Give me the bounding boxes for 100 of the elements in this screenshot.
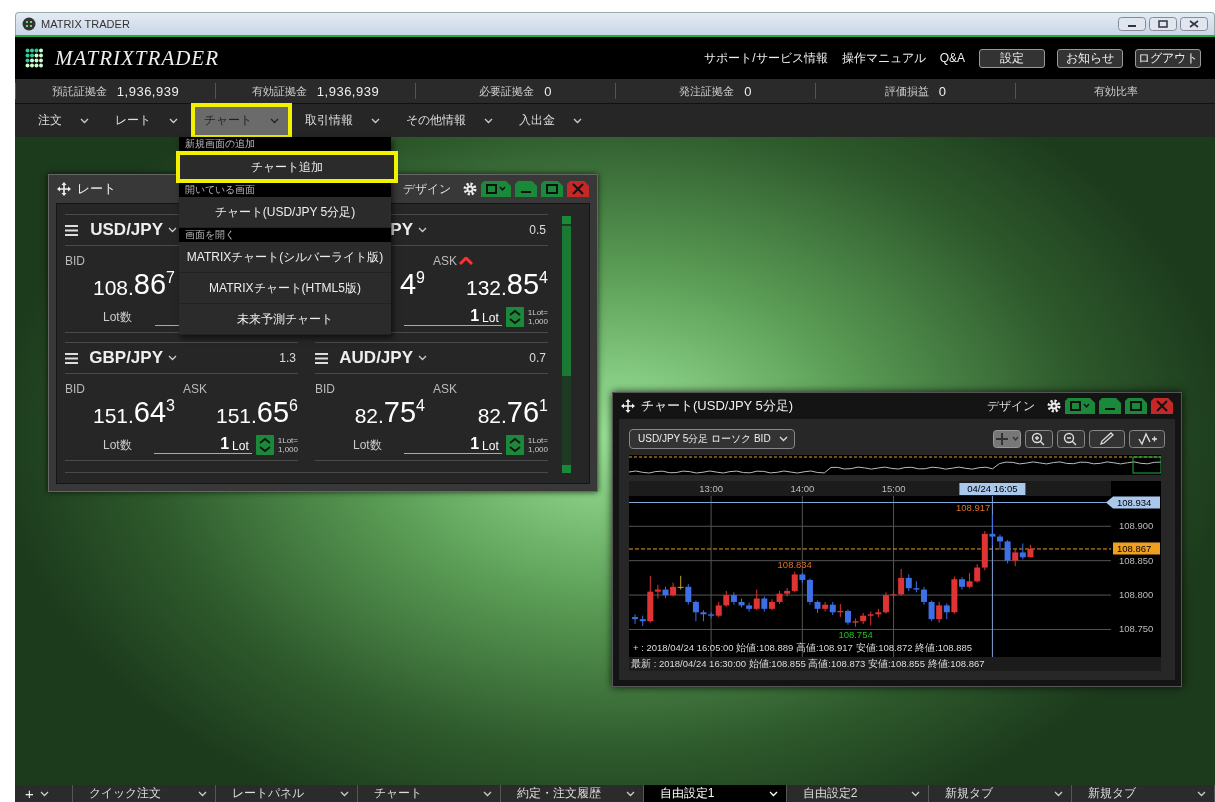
close-button[interactable] bbox=[1180, 17, 1208, 31]
bottom-tab[interactable]: 新規タブ bbox=[1072, 785, 1215, 802]
move-icon[interactable] bbox=[57, 182, 71, 196]
chevron-down-icon bbox=[911, 790, 921, 797]
chevron-down-icon[interactable] bbox=[168, 355, 177, 361]
chevron-down-icon bbox=[371, 117, 380, 124]
hamburger-icon[interactable] bbox=[65, 224, 78, 236]
lot-size-value: 1,000 bbox=[527, 317, 548, 326]
spinner-button[interactable] bbox=[255, 435, 274, 455]
time-axis-label: 14:00 bbox=[790, 483, 815, 494]
chevron-down-icon[interactable] bbox=[39, 790, 49, 797]
bottom-tab[interactable]: 約定・注文履歴 bbox=[501, 785, 644, 802]
price-annotation: 108.834 bbox=[777, 558, 812, 570]
bottom-tab[interactable]: 自由設定1 bbox=[643, 785, 787, 802]
spinner-button[interactable] bbox=[505, 307, 524, 327]
crosshair-time-tag: 04/24 16:05 bbox=[959, 483, 1026, 495]
maximize-button[interactable] bbox=[1149, 17, 1177, 31]
layout-button[interactable] bbox=[1065, 398, 1095, 414]
chevron-down-icon[interactable] bbox=[168, 227, 177, 233]
menu-item[interactable]: 注文 bbox=[25, 102, 102, 139]
price-integer: 108. bbox=[92, 276, 134, 300]
dropdown-item[interactable]: チャート追加 bbox=[176, 151, 398, 183]
chevron-down-icon[interactable] bbox=[418, 227, 427, 233]
bottom-tab[interactable]: チャート bbox=[358, 785, 502, 802]
gear-icon[interactable] bbox=[463, 182, 477, 196]
account-label: 有効比率 bbox=[1093, 83, 1138, 99]
chevron-down-icon bbox=[483, 790, 493, 797]
pencil-button[interactable] bbox=[1089, 430, 1125, 448]
menu-section-header: 画面を開く bbox=[179, 228, 391, 242]
menu-section-header: 新規画面の追加 bbox=[179, 137, 391, 151]
header-button[interactable]: ログアウト bbox=[1135, 48, 1201, 68]
spread-value: 1.3 bbox=[279, 351, 297, 365]
price-main: 76 bbox=[506, 396, 540, 429]
dropdown-item[interactable]: 未来予測チャート bbox=[179, 304, 391, 335]
menu-item[interactable]: その他情報 bbox=[393, 102, 506, 139]
indicator-button[interactable] bbox=[1129, 430, 1165, 448]
dropdown-item[interactable]: MATRIXチャート(HTML5版) bbox=[179, 273, 391, 304]
cursor-info-text: + : 2018/04/24 16:05:00 始値:108.889 高値:108.917 安値:108.872 終値:108.885 bbox=[633, 642, 973, 653]
account-value: 1,936,939 bbox=[116, 83, 180, 99]
crosshair-button[interactable] bbox=[993, 430, 1021, 448]
bottom-tab[interactable]: 自由設定2 bbox=[786, 785, 930, 802]
header-link[interactable]: サポート/サービス情報 bbox=[704, 49, 828, 67]
dropdown-item[interactable]: MATRIXチャート(シルバーライト版) bbox=[179, 242, 391, 273]
price-label: BID bbox=[315, 382, 335, 396]
chevron-down-icon bbox=[80, 117, 89, 124]
window-title: チャート(USD/JPY 5分足) bbox=[641, 397, 794, 415]
minimize-button[interactable] bbox=[515, 181, 537, 197]
minimize-button[interactable] bbox=[1099, 398, 1121, 414]
gear-icon[interactable] bbox=[1047, 399, 1061, 413]
add-tab-button[interactable]: + bbox=[25, 785, 34, 802]
chart-type-dropdown[interactable]: USD/JPY 5分足 ローソク BID bbox=[629, 429, 795, 449]
price-label: ASK bbox=[183, 382, 207, 396]
price-main: 65 bbox=[256, 396, 290, 429]
lot-size-note: 1Lot= bbox=[527, 436, 548, 445]
spinner-button[interactable] bbox=[505, 435, 524, 455]
header-link[interactable]: 操作マニュアル bbox=[841, 49, 926, 67]
currency-pair[interactable]: USD/JPY bbox=[83, 220, 163, 240]
chevron-down-icon bbox=[625, 790, 635, 797]
menu-item[interactable]: レート bbox=[102, 102, 191, 139]
price-axis-label: 108.750 bbox=[1119, 623, 1154, 635]
app-logo: MATRIXTRADER bbox=[55, 45, 221, 71]
window-title: レート bbox=[77, 180, 116, 198]
price-annotation: 108.754 bbox=[838, 628, 873, 640]
price-label: BID bbox=[65, 254, 85, 268]
price-label: BID bbox=[65, 382, 85, 396]
zoom-out-button[interactable] bbox=[1057, 430, 1085, 448]
chevron-down-icon bbox=[1197, 790, 1206, 797]
account-label: 発注証拠金 bbox=[679, 83, 735, 99]
price-pip: 4 bbox=[539, 269, 548, 286]
header-link[interactable]: Q&A bbox=[939, 51, 965, 65]
move-icon[interactable] bbox=[621, 399, 635, 413]
hamburger-icon[interactable] bbox=[65, 352, 78, 364]
header-button[interactable]: 設定 bbox=[979, 48, 1045, 68]
menu-item[interactable]: 取引情報 bbox=[292, 102, 393, 139]
layout-button[interactable] bbox=[481, 181, 511, 197]
price-integer: 82. bbox=[354, 404, 384, 428]
minimize-button[interactable] bbox=[1118, 17, 1146, 31]
scrollbar[interactable] bbox=[562, 216, 571, 473]
price-label: ASK bbox=[433, 254, 457, 268]
currency-pair[interactable]: AUD/JPY bbox=[333, 348, 413, 368]
currency-pair[interactable]: GBP/JPY bbox=[83, 348, 163, 368]
header-button[interactable]: お知らせ bbox=[1057, 48, 1123, 68]
account-label: 必要証拠金 bbox=[479, 83, 535, 99]
lot-label: Lot数 bbox=[103, 308, 133, 326]
bottom-tab[interactable]: 新規タブ bbox=[929, 785, 1073, 802]
account-label: 評価損益 bbox=[884, 83, 929, 99]
bottom-tab[interactable]: クイック注文 bbox=[72, 785, 216, 802]
maximize-button[interactable] bbox=[1125, 398, 1147, 414]
chevron-down-icon[interactable] bbox=[418, 355, 427, 361]
zoom-in-button[interactable] bbox=[1025, 430, 1053, 448]
hamburger-icon[interactable] bbox=[315, 352, 328, 364]
bottom-tab[interactable]: レートパネル bbox=[215, 785, 359, 802]
price-main: 86 bbox=[133, 268, 167, 301]
maximize-button[interactable] bbox=[541, 181, 563, 197]
price-integer: 132. bbox=[465, 276, 507, 300]
price-axis-label: 108.850 bbox=[1119, 554, 1154, 566]
navigator-chart[interactable] bbox=[629, 455, 1161, 475]
latest-info-text: 最新 : 2018/04/24 16:30:00 始値:108.855 高値:108.873 安値:108.855 終値:108.867 bbox=[629, 657, 1161, 671]
menu-item[interactable]: 入出金 bbox=[506, 102, 595, 139]
price-pip: 4 bbox=[416, 397, 425, 414]
